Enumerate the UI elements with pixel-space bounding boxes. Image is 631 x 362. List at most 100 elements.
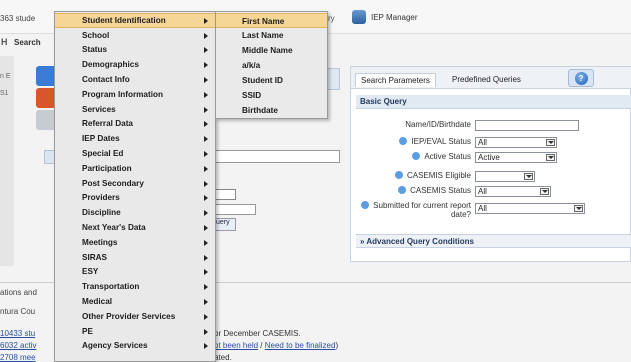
menu-item-other-provider-services[interactable]: Other Provider Services <box>55 310 215 325</box>
menu-item-discipline[interactable]: Discipline <box>55 206 215 221</box>
background-select[interactable] <box>214 189 236 200</box>
iep-manager-label: IEP Manager <box>371 12 418 22</box>
menu-item-next-years-data[interactable]: Next Year's Data <box>55 221 215 236</box>
tab-predefined-queries[interactable]: Predefined Queries <box>447 73 526 86</box>
iep-eval-status-select[interactable]: All <box>475 137 557 148</box>
submenu-item-first-name[interactable]: First Name <box>216 13 327 28</box>
chevron-right-icon <box>204 18 208 24</box>
partial-nav-text[interactable]: ry <box>328 14 335 23</box>
student-count-text: 363 stude <box>0 14 36 23</box>
menu-item-school[interactable]: School <box>55 29 215 44</box>
menu-item-siras[interactable]: SIRAS <box>55 251 215 266</box>
submenu-item-birthdate[interactable]: Birthdate <box>216 103 327 118</box>
background-input[interactable] <box>210 150 340 163</box>
meeting-status-message: ot been held / Need to be finalized) <box>214 341 338 350</box>
menu-item-label: Next Year's Data <box>82 222 146 232</box>
chevron-right-icon <box>204 269 208 276</box>
field-row-name: Name/ID/Birthdate <box>351 120 471 132</box>
active-status-value: Active <box>478 153 500 162</box>
header-partial: H <box>1 37 8 47</box>
chevron-right-icon <box>204 254 208 261</box>
chevron-right-icon <box>204 298 208 305</box>
menu-item-demographics[interactable]: Demographics <box>55 58 215 73</box>
not-held-link[interactable]: ot been held <box>214 341 258 350</box>
menu-item-label: Discipline <box>82 208 121 218</box>
background-input-small[interactable] <box>214 204 256 215</box>
chevron-right-icon <box>204 195 208 202</box>
panel-tabs: Search Parameters Predefined Queries ? <box>351 67 631 89</box>
need-finalized-link[interactable]: Need to be finalized <box>265 341 336 350</box>
field-row-iep: IEP/EVAL Status <box>351 137 471 149</box>
info-icon[interactable] <box>361 201 370 209</box>
students-link[interactable]: 10433 stu <box>0 329 35 338</box>
menu-item-pe[interactable]: PE <box>55 325 215 340</box>
info-icon[interactable] <box>394 171 403 179</box>
meetings-link[interactable]: 2708 mee <box>0 353 36 362</box>
menu-item-label: Post Secondary <box>82 178 144 188</box>
active-link[interactable]: 6032 activ <box>0 341 36 350</box>
submitted-report-select[interactable]: All <box>475 203 585 214</box>
info-icon[interactable] <box>399 137 408 145</box>
menu-item-participation[interactable]: Participation <box>55 162 215 177</box>
menu-item-services[interactable]: Services <box>55 103 215 118</box>
help-button[interactable]: ? <box>568 69 594 87</box>
menu-item-medical[interactable]: Medical <box>55 295 215 310</box>
chevron-down-icon <box>546 154 555 161</box>
casemis-status-label: CASEMIS Status <box>410 186 471 195</box>
submenu-item-last-name[interactable]: Last Name <box>216 28 327 43</box>
query-button[interactable]: uery <box>214 218 236 231</box>
menu-item-label: Agency Services <box>82 341 148 351</box>
info-icon[interactable] <box>398 186 407 194</box>
menu-item-meetings[interactable]: Meetings <box>55 236 215 251</box>
chevron-right-icon <box>204 284 208 291</box>
field-row-submitted: Submitted for current report date? <box>351 201 471 223</box>
submitted-report-value: All <box>478 204 487 213</box>
iep-eval-status-label: IEP/EVAL Status <box>411 137 471 146</box>
submenu-item-student-id[interactable]: Student ID <box>216 73 327 88</box>
tab-search-parameters[interactable]: Search Parameters <box>355 73 436 87</box>
submenu-item-middle-name[interactable]: Middle Name <box>216 43 327 58</box>
menu-item-label: SIRAS <box>82 252 108 262</box>
left-edge-text-1: n E <box>0 73 11 80</box>
query-field-menu: Student Identification School Status Dem… <box>54 11 216 362</box>
menu-item-transportation[interactable]: Transportation <box>55 280 215 295</box>
casemis-eligible-select[interactable] <box>475 171 535 182</box>
basic-query-header: Basic Query <box>356 95 631 109</box>
menu-item-iep-dates[interactable]: IEP Dates <box>55 132 215 147</box>
menu-item-status[interactable]: Status <box>55 43 215 58</box>
menu-item-student-identification[interactable]: Student Identification <box>55 13 215 28</box>
chevron-right-icon <box>204 106 208 113</box>
menu-item-contact-info[interactable]: Contact Info <box>55 73 215 88</box>
updated-message: ated. <box>214 353 232 362</box>
submitted-report-label: Submitted for current report date? <box>373 201 471 219</box>
submenu-item-ssid[interactable]: SSID <box>216 88 327 103</box>
menu-item-post-secondary[interactable]: Post Secondary <box>55 177 215 192</box>
info-icon[interactable] <box>412 152 421 160</box>
chevron-down-icon <box>524 173 533 180</box>
active-status-select[interactable]: Active <box>475 152 557 163</box>
menu-item-providers[interactable]: Providers <box>55 191 215 206</box>
chevron-right-icon <box>204 313 208 320</box>
iep-eval-status-value: All <box>478 138 487 147</box>
menu-item-program-information[interactable]: Program Information <box>55 88 215 103</box>
menu-item-special-ed[interactable]: Special Ed <box>55 147 215 162</box>
chevron-down-icon <box>546 139 555 146</box>
menu-item-label: Transportation <box>82 282 140 292</box>
field-row-casemis-eligible: CASEMIS Eligible <box>351 171 471 183</box>
submenu-item-aka[interactable]: a/k/a <box>216 58 327 73</box>
iep-manager-link[interactable]: IEP Manager <box>352 10 418 24</box>
menu-item-label: Contact Info <box>82 74 130 84</box>
name-id-birthdate-input[interactable] <box>475 120 579 131</box>
casemis-status-select[interactable]: All <box>475 186 551 197</box>
menu-item-label: Special Ed <box>82 148 124 158</box>
menu-item-label: Program Information <box>82 89 163 99</box>
menu-item-esy[interactable]: ESY <box>55 265 215 280</box>
chevron-right-icon <box>204 210 208 217</box>
chevron-right-icon <box>204 32 208 39</box>
menu-item-referral-data[interactable]: Referral Data <box>55 117 215 132</box>
menu-item-label: ESY <box>82 267 99 277</box>
section-title: ations and <box>0 288 37 297</box>
menu-item-label: Student Identification <box>82 16 166 25</box>
menu-item-agency-services[interactable]: Agency Services <box>55 339 215 354</box>
advanced-query-conditions[interactable]: » Advanced Query Conditions <box>356 234 631 248</box>
